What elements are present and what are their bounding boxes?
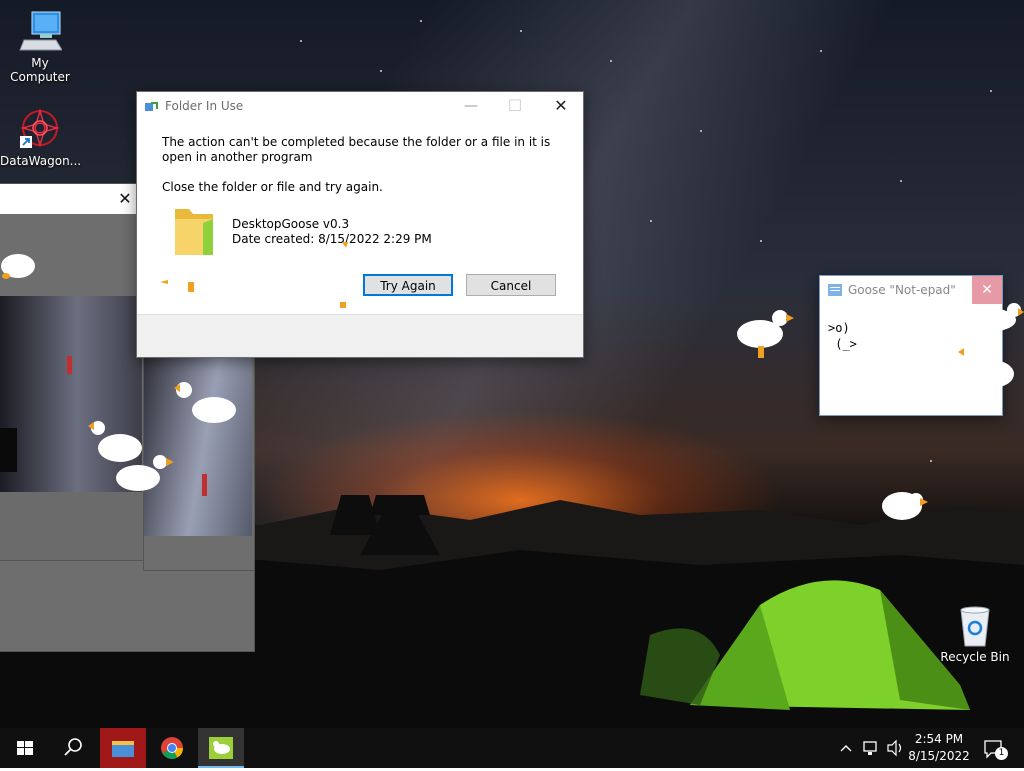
maximize-button: ☐ — [507, 96, 523, 115]
cancel-button[interactable]: Cancel — [466, 274, 556, 296]
folder-in-use-dialog[interactable]: Folder In Use — ☐ ✕ The action can't be … — [136, 91, 584, 358]
chrome-icon — [161, 737, 183, 759]
dialog-instruction: Close the folder or file and try again. — [162, 180, 383, 194]
goose-sprite — [174, 382, 236, 423]
chevron-up-icon[interactable] — [838, 738, 854, 758]
taskbar-time[interactable]: 2:54 PM — [906, 732, 972, 746]
network-icon[interactable] — [862, 738, 880, 758]
goose-sprite — [960, 303, 1024, 332]
notepad-icon — [828, 284, 842, 296]
file-name: DesktopGoose v0.3 — [232, 217, 350, 231]
dialog-titlebar[interactable]: Folder In Use — ☐ ✕ — [137, 92, 583, 120]
my-computer-desktop-icon[interactable]: My Computer — [0, 10, 80, 84]
notification-center-button[interactable]: 1 — [982, 738, 1008, 760]
try-again-button[interactable]: Try Again — [363, 274, 453, 296]
goose-app-icon — [209, 737, 233, 759]
recycle-bin-icon — [953, 604, 997, 648]
minimize-button[interactable]: — — [451, 92, 491, 120]
goose-sprite — [160, 259, 214, 292]
search-button[interactable] — [50, 728, 96, 768]
datawagon-desktop-icon[interactable]: DataWagon... — [0, 108, 82, 168]
taskbar: 2:54 PM 8/15/2022 1 — [0, 728, 1024, 768]
goose-sprite — [958, 347, 1014, 388]
start-button[interactable] — [2, 728, 48, 768]
goose-sprite — [1, 254, 35, 279]
search-icon — [64, 738, 82, 756]
folder-icon — [173, 205, 215, 257]
computer-icon — [18, 10, 63, 54]
recycle-bin-label: Recycle Bin — [940, 650, 1010, 664]
dialog-message: The action can't be completed because th… — [162, 135, 551, 164]
goose-meme-window-large[interactable]: ✕ — [0, 183, 145, 576]
file-explorer-icon — [112, 741, 134, 757]
dialog-title: Folder In Use — [165, 99, 244, 113]
taskbar-date[interactable]: 8/15/2022 — [906, 749, 972, 763]
start-icon — [17, 741, 33, 755]
meme-image-small — [144, 342, 252, 536]
volume-icon[interactable] — [886, 738, 906, 758]
goose-sprite — [116, 455, 174, 491]
goose-sprite — [737, 310, 794, 358]
datawagon-icon — [18, 108, 62, 152]
chrome-taskbar-button[interactable] — [149, 728, 195, 768]
goose-sprite — [882, 492, 928, 520]
notification-count-badge: 1 — [995, 747, 1008, 760]
notepad-title: Goose "Not-epad" — [848, 283, 956, 297]
goose-sprite — [324, 242, 352, 308]
goose-app-taskbar-button[interactable] — [198, 728, 244, 768]
dialog-close-button[interactable]: ✕ — [541, 92, 581, 120]
datawagon-label: DataWagon... — [0, 154, 82, 168]
dialog-footer — [137, 314, 583, 357]
recycle-bin-desktop-icon[interactable]: Recycle Bin — [935, 604, 1015, 664]
goose-meme-window-bottom — [0, 560, 255, 652]
file-explorer-taskbar-button[interactable] — [100, 728, 146, 768]
my-computer-label: My Computer — [10, 56, 70, 84]
meme-window-close-button[interactable]: ✕ — [114, 188, 136, 210]
meme-window-titlebar[interactable]: ✕ — [0, 184, 144, 214]
file-move-icon — [145, 100, 159, 112]
